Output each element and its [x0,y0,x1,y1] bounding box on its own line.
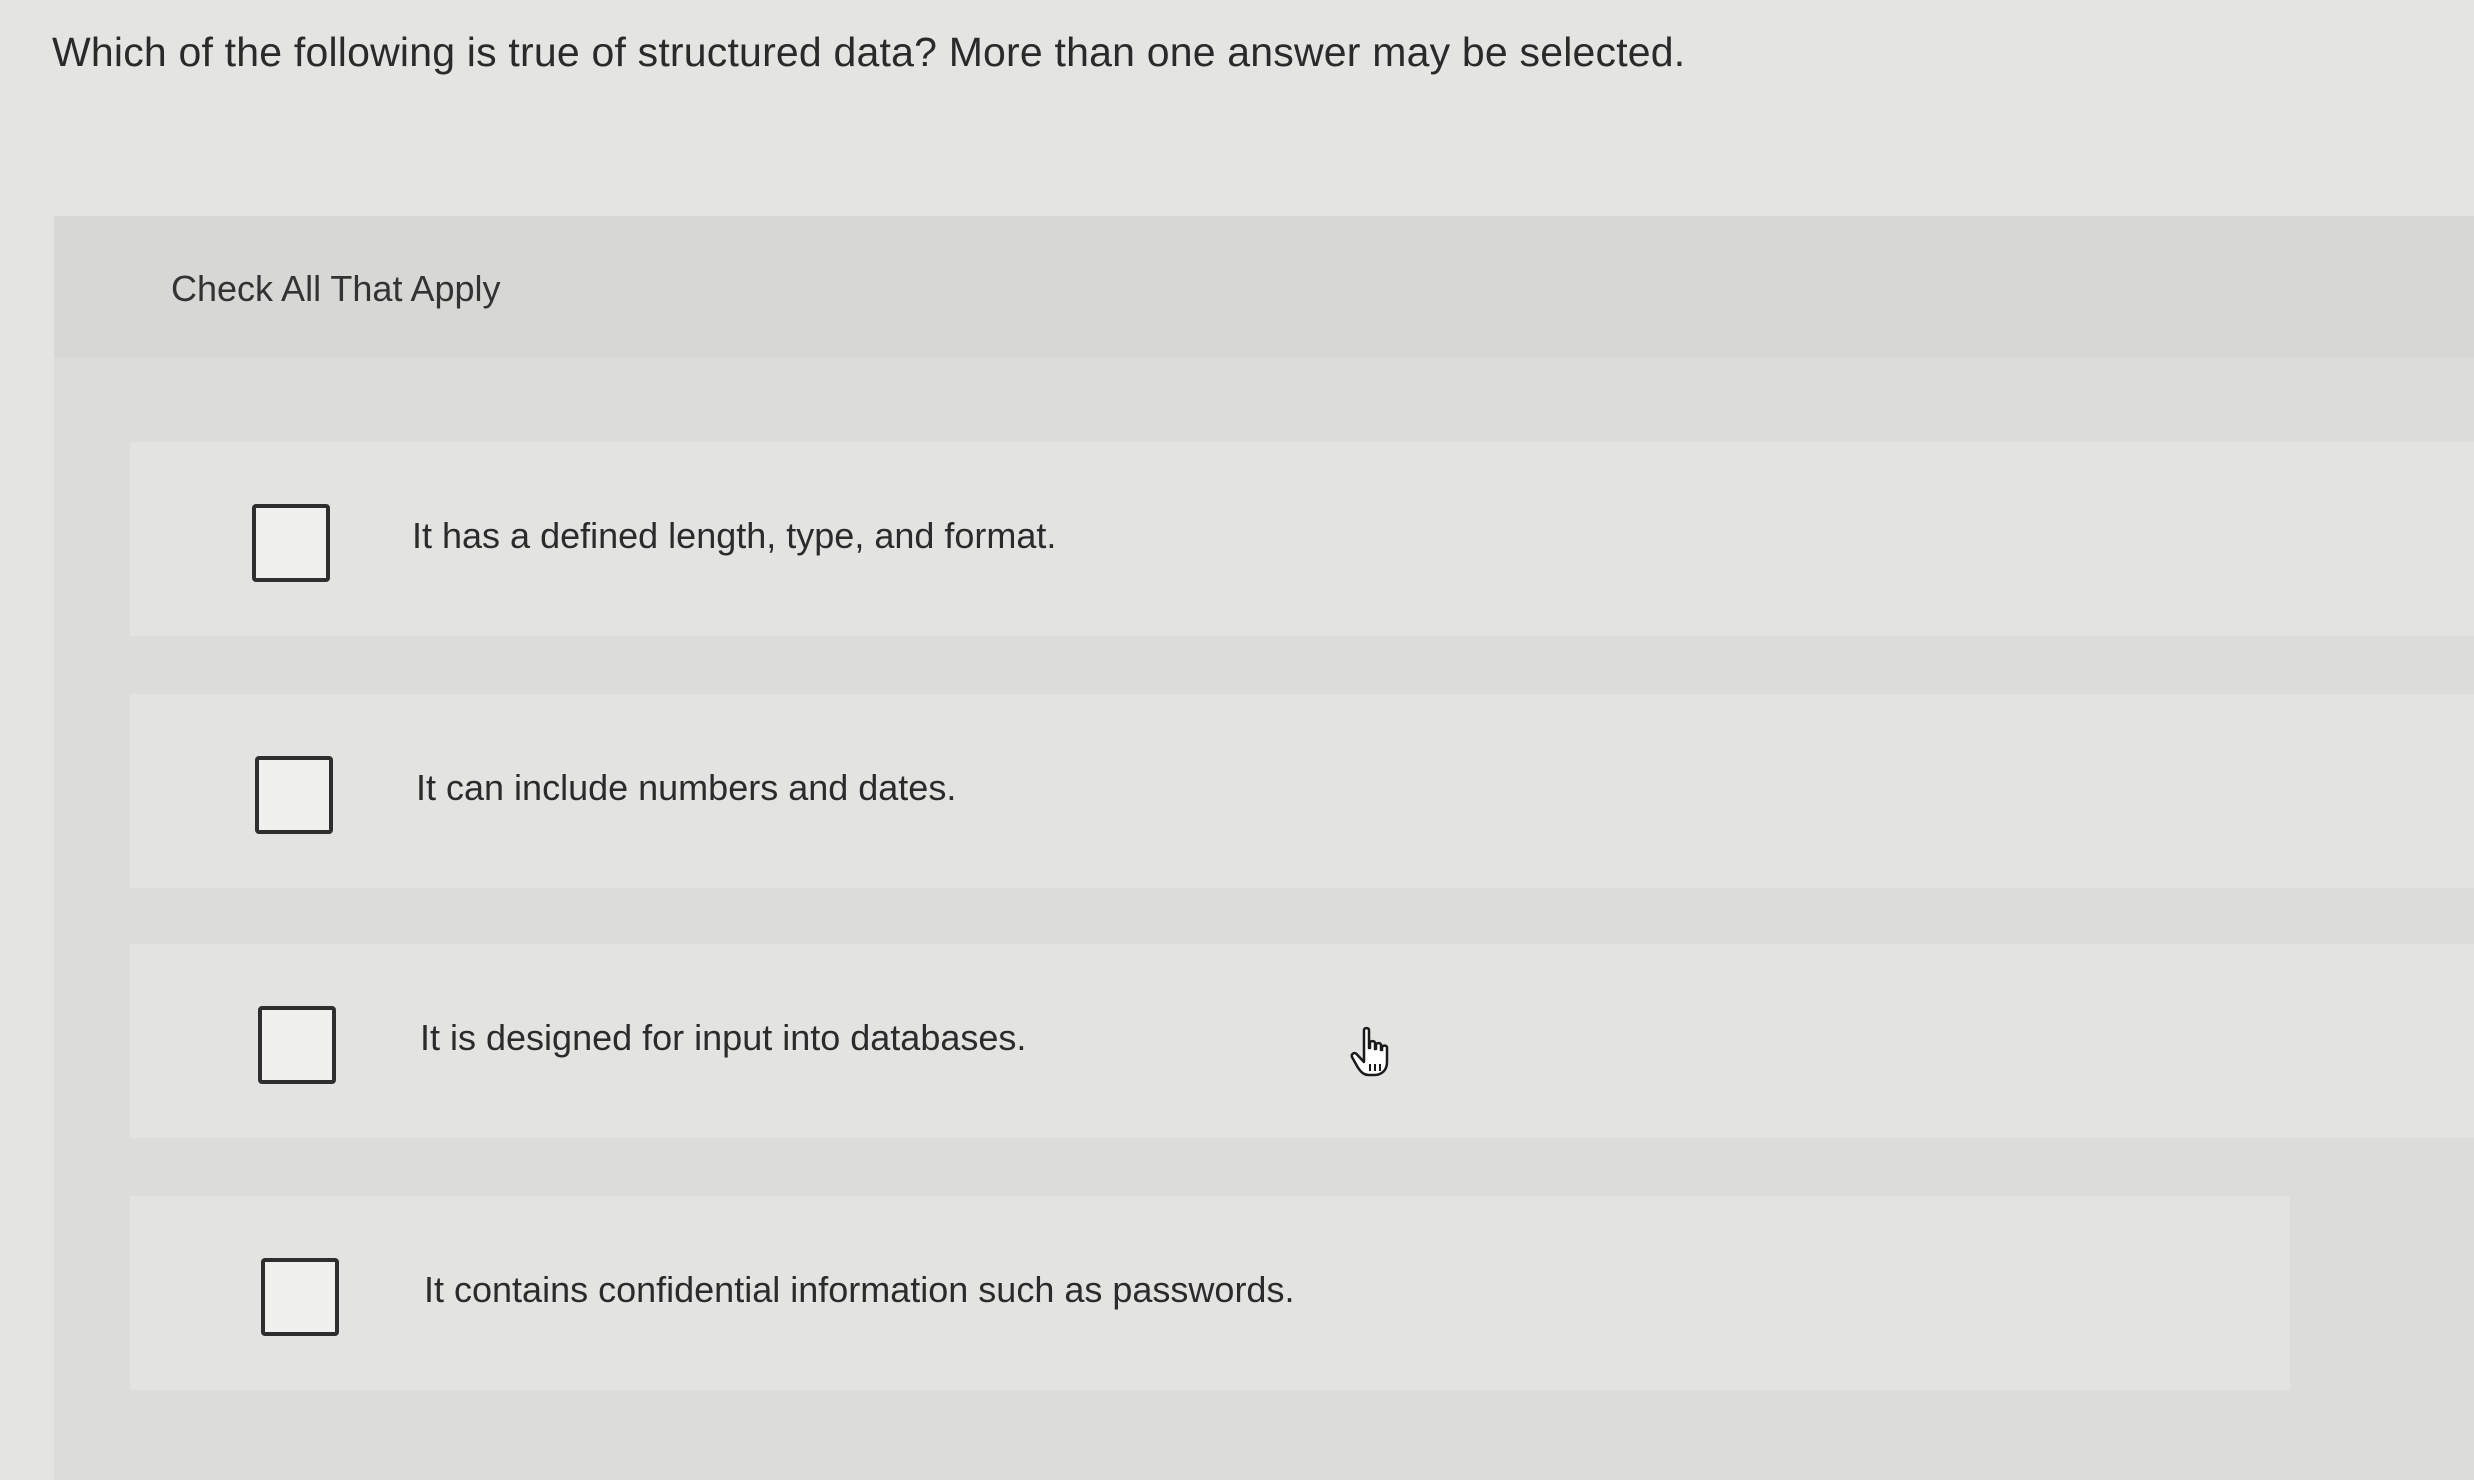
answer-label-3[interactable]: It is designed for input into databases. [420,1014,1026,1062]
instruction-label: Check All That Apply [171,268,501,309]
answer-label-1[interactable]: It has a defined length, type, and forma… [412,512,1056,560]
hand-pointer-icon [1350,1026,1389,1077]
answer-checkbox-1[interactable] [252,504,330,582]
answer-panel: Check All That Apply It has a defined le… [54,216,2474,1480]
answer-option-2[interactable]: It can include numbers and dates. [130,694,2474,888]
answer-label-4[interactable]: It contains confidential information suc… [424,1266,1294,1314]
answer-option-3[interactable]: It is designed for input into databases. [130,944,2474,1138]
answer-option-1[interactable]: It has a defined length, type, and forma… [130,442,2474,636]
answer-option-4[interactable]: It contains confidential information suc… [130,1196,2290,1390]
answer-checkbox-4[interactable] [261,1258,339,1336]
answer-label-2[interactable]: It can include numbers and dates. [416,764,956,812]
question-text: Which of the following is true of struct… [52,29,1686,75]
panel-header: Check All That Apply [54,216,2474,358]
answer-checkbox-2[interactable] [255,756,333,834]
answer-checkbox-3[interactable] [258,1006,336,1084]
